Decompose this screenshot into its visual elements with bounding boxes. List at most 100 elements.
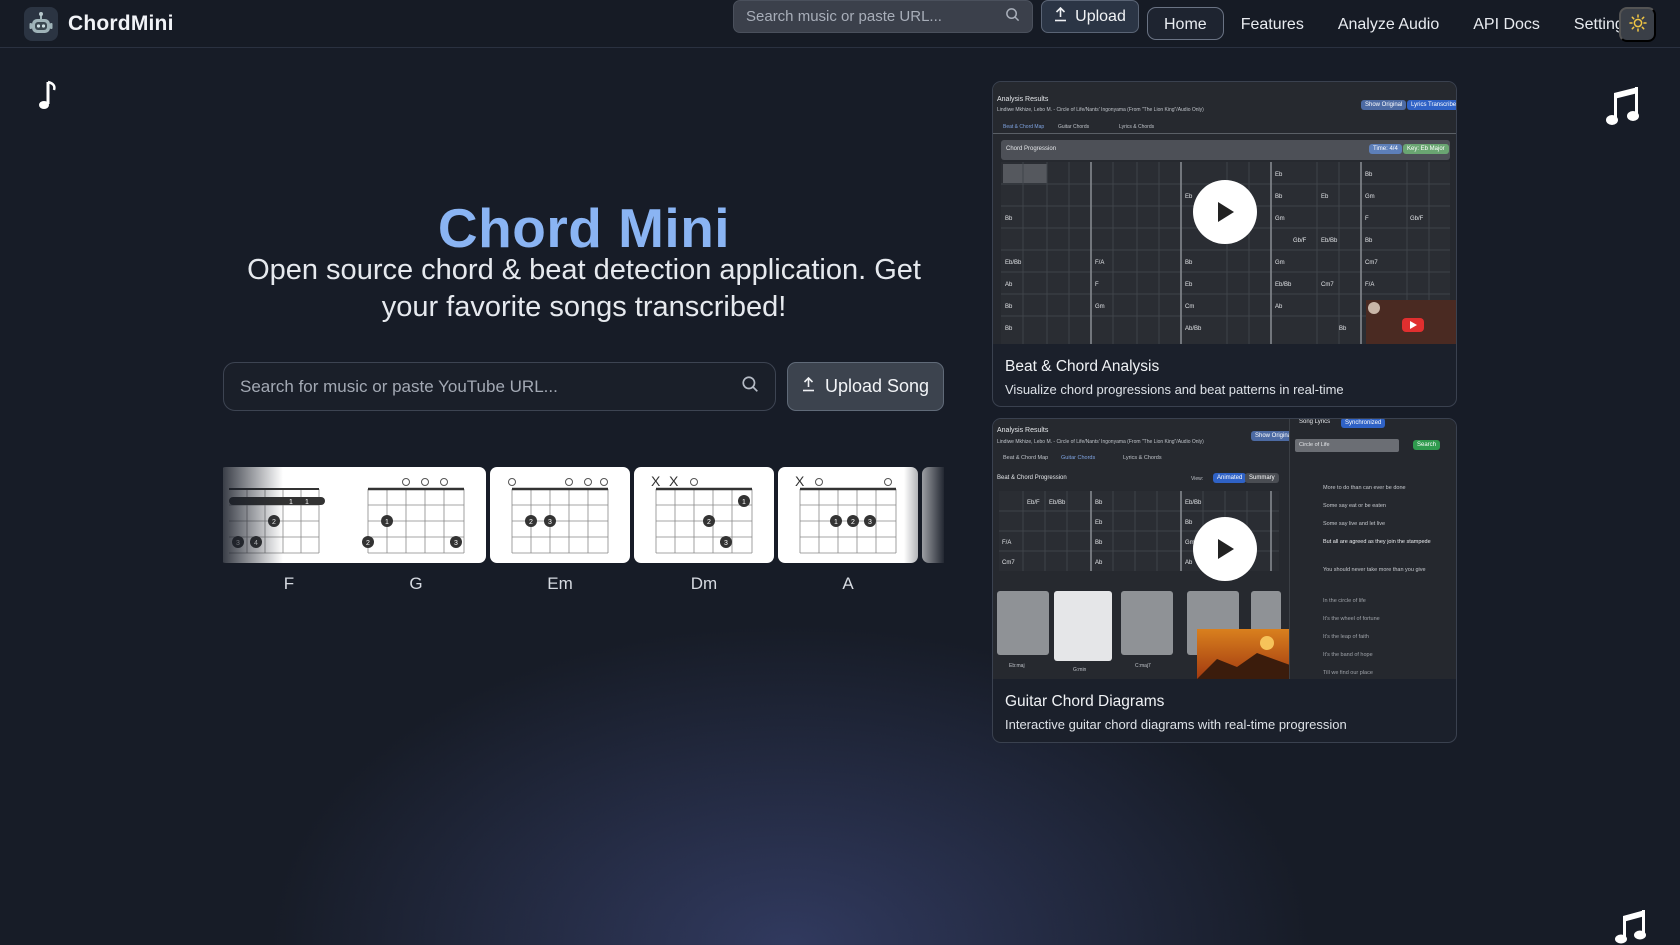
hero-search-box[interactable]: [223, 362, 776, 411]
svg-text:4: 4: [254, 540, 258, 547]
shot-tab: Lyrics & Chords: [1123, 455, 1162, 461]
svg-text:Eb/F: Eb/F: [1027, 500, 1040, 506]
svg-text:Gm: Gm: [1365, 194, 1375, 200]
diagram-label: G:min: [1073, 667, 1087, 673]
svg-text:Eb: Eb: [1095, 520, 1103, 526]
chord-card-f[interactable]: 1 1 2 3 4 F: [223, 467, 359, 594]
search-icon[interactable]: [741, 375, 759, 398]
svg-text:Bb: Bb: [1095, 540, 1103, 546]
svg-text:Bb: Bb: [1185, 260, 1193, 266]
feature-title: Guitar Chord Diagrams: [1005, 693, 1165, 710]
play-icon: [1218, 202, 1234, 222]
svg-text:Ab/Bb: Ab/Bb: [1185, 326, 1202, 332]
lyrics-search-value[interactable]: Circle of Life: [1299, 442, 1330, 448]
svg-text:2: 2: [851, 519, 855, 526]
brand-name: ChordMini: [68, 12, 174, 35]
lyrics-line: It's the wheel of fortune: [1323, 616, 1380, 622]
play-button[interactable]: [1193, 517, 1257, 581]
lyrics-line: It's the band of hope: [1323, 652, 1373, 658]
lyrics-badge: Synchronized: [1341, 419, 1386, 428]
diagram-label: Eb:maj: [1009, 663, 1025, 669]
svg-text:3: 3: [868, 519, 872, 526]
chord-card-a[interactable]: X 1 2 3 A: [778, 467, 918, 594]
feature-card-guitar-chord-diagrams[interactable]: Analysis Results Lindiwe Mkhize, Lebo M.…: [992, 418, 1457, 743]
svg-text:Cm7: Cm7: [1002, 560, 1015, 566]
shot-panel-badge: Key: Eb Major: [1403, 144, 1449, 154]
svg-text:X: X: [795, 473, 805, 489]
svg-text:Bb: Bb: [1365, 172, 1373, 178]
chord-card-dm[interactable]: X X 1 2 3 Dm: [634, 467, 774, 594]
lyrics-line: More to do than can ever be done: [1323, 485, 1406, 491]
theme-toggle-button[interactable]: [1619, 7, 1656, 42]
upload-song-button[interactable]: Upload Song: [787, 362, 944, 411]
svg-text:F/A: F/A: [1002, 540, 1011, 546]
svg-text:F/A: F/A: [1365, 282, 1374, 288]
lyrics-line: It's the leap of faith: [1323, 634, 1369, 640]
chord-carousel[interactable]: 1 1 2 3 4 F 1 2 3 G 2 3 Em X X 1 2 3 Dm …: [223, 443, 944, 618]
svg-text:1: 1: [289, 499, 293, 506]
svg-text:Eb/Bb: Eb/Bb: [1185, 500, 1202, 506]
svg-text:Gm: Gm: [1095, 304, 1105, 310]
chord-card-em[interactable]: 2 3 Em: [490, 467, 630, 594]
svg-text:Ab: Ab: [1095, 560, 1103, 566]
feature-card-beat-chord-analysis[interactable]: Analysis Results Lindiwe Mkhize, Lebo M.…: [992, 81, 1457, 407]
svg-text:3: 3: [236, 540, 240, 547]
nav-upload-button[interactable]: Upload: [1041, 0, 1139, 33]
shot-song: Lindiwe Mkhize, Lebo M. - Circle of Life…: [997, 439, 1204, 445]
nav-search-box[interactable]: [733, 0, 1033, 33]
chord-diagram: X X 1 2 3: [634, 467, 774, 563]
svg-text:Eb: Eb: [1321, 194, 1329, 200]
svg-text:F: F: [1365, 216, 1369, 222]
nav-link-analyze-audio[interactable]: Analyze Audio: [1321, 7, 1456, 40]
svg-text:Cm7: Cm7: [1321, 282, 1334, 288]
shot-tab: Guitar Chords: [1061, 455, 1096, 461]
feature-title: Beat & Chord Analysis: [1005, 358, 1160, 375]
feature-screenshot[interactable]: Analysis Results Lindiwe Mkhize, Lebo M.…: [993, 419, 1456, 679]
svg-text:Gb/F: Gb/F: [1410, 216, 1424, 222]
nav-search-input[interactable]: [746, 8, 1005, 25]
nav-link-features[interactable]: Features: [1224, 7, 1321, 40]
svg-text:Ab: Ab: [1275, 304, 1283, 310]
shot-header: Analysis Results: [997, 427, 1049, 434]
svg-text:X: X: [651, 473, 661, 489]
svg-text:Gm: Gm: [1275, 260, 1285, 266]
video-thumbnail[interactable]: [1366, 300, 1456, 344]
top-nav: ChordMini Upload Home Features Analyze A…: [0, 0, 1680, 48]
svg-text:Eb: Eb: [1185, 282, 1193, 288]
shot-view-label: View:: [1191, 476, 1204, 482]
shot-badge: Lyrics Transcribe: [1407, 100, 1456, 110]
feature-screenshot[interactable]: Analysis Results Lindiwe Mkhize, Lebo M.…: [993, 82, 1456, 344]
svg-text:Eb/Bb: Eb/Bb: [1275, 282, 1292, 288]
hero-search-input[interactable]: [240, 376, 741, 397]
lyrics-line: In the circle of life: [1323, 598, 1366, 604]
lyrics-line: Some say eat or be eaten: [1323, 503, 1386, 509]
svg-text:F: F: [1095, 282, 1099, 288]
chord-card-g[interactable]: 1 2 3 G: [346, 467, 486, 594]
svg-text:1: 1: [742, 499, 746, 506]
video-thumbnail[interactable]: [1197, 629, 1290, 679]
double-music-note-icon: [1606, 83, 1642, 132]
svg-text:Bb: Bb: [1095, 500, 1103, 506]
play-button[interactable]: [1193, 180, 1257, 244]
svg-text:Eb: Eb: [1275, 172, 1283, 178]
svg-text:Cm: Cm: [1185, 304, 1194, 310]
chord-card-next[interactable]: [922, 467, 944, 563]
search-icon[interactable]: [1005, 7, 1020, 27]
play-icon: [1218, 539, 1234, 559]
feature-description: Visualize chord progressions and beat pa…: [1005, 382, 1344, 397]
svg-text:F/A: F/A: [1095, 260, 1104, 266]
nav-link-home[interactable]: Home: [1147, 7, 1224, 40]
diagram-label: C:maj7: [1135, 663, 1151, 669]
svg-text:Cm7: Cm7: [1365, 260, 1378, 266]
nav-link-api-docs[interactable]: API Docs: [1456, 7, 1557, 40]
chord-diagram: 2 3: [490, 467, 630, 563]
lyrics-line-active: But all are agreed as they join the stam…: [1323, 539, 1431, 545]
chord-name: F: [283, 574, 295, 593]
svg-text:3: 3: [548, 519, 552, 526]
svg-text:2: 2: [707, 519, 711, 526]
lyrics-search-button[interactable]: Search: [1413, 440, 1441, 450]
svg-text:1: 1: [385, 519, 389, 526]
brand[interactable]: ChordMini: [24, 7, 174, 41]
svg-text:2: 2: [272, 519, 276, 526]
music-note-icon: [38, 80, 58, 117]
